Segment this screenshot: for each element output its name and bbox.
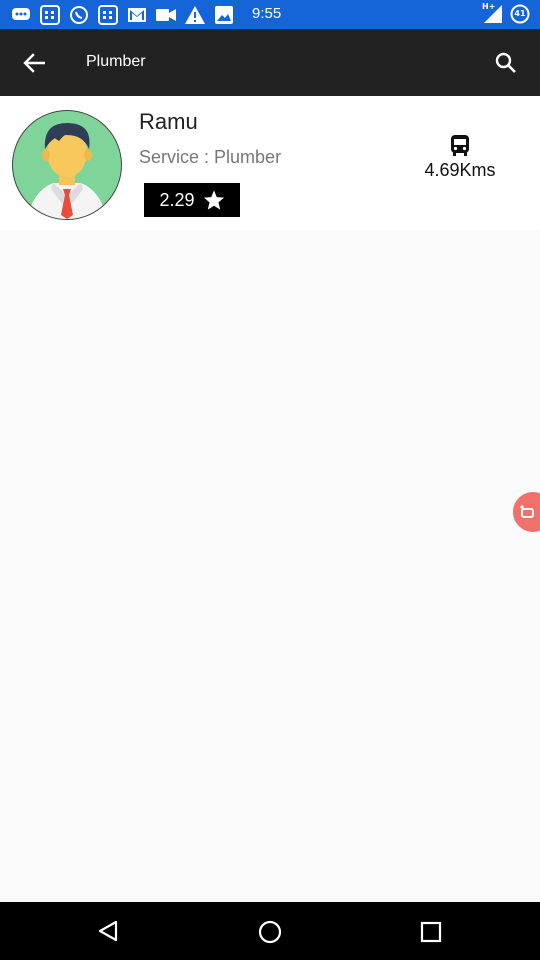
network-label: H+ [482, 2, 496, 11]
toolbar-title: Plumber [86, 53, 146, 70]
status-time: 9:55 [252, 5, 282, 22]
calendar-icon [39, 5, 61, 25]
floating-bubble-button[interactable] [513, 492, 540, 532]
bus-icon [451, 135, 469, 156]
rating-value: 2.29 [159, 189, 195, 210]
whatsapp-icon [68, 5, 90, 25]
star-icon [203, 190, 224, 210]
notification-icons [10, 4, 235, 26]
back-button[interactable] [20, 49, 48, 77]
toolbar: Plumber [0, 29, 540, 96]
circle-home-icon [258, 920, 282, 944]
square-recents-icon [420, 921, 442, 943]
signal-icon: H+ [482, 2, 504, 24]
triangle-back-icon [98, 920, 118, 942]
nav-recents-button[interactable] [420, 921, 442, 947]
status-right: H+ 41 [482, 2, 530, 24]
nav-back-button[interactable] [96, 919, 120, 947]
service-line: Service : Plumber [139, 147, 281, 168]
battery-level: 41 [514, 9, 526, 18]
video-icon [155, 5, 177, 25]
gmail-icon [126, 5, 148, 25]
messages-icon [10, 5, 32, 25]
warning-icon [184, 5, 206, 25]
search-button[interactable] [492, 49, 520, 77]
service-value: Plumber [214, 147, 282, 167]
service-label: Service : [139, 147, 210, 167]
search-icon [495, 52, 516, 73]
provider-name: Ramu [139, 109, 198, 134]
chat-bubble-icon [520, 505, 534, 518]
calendar-icon [97, 5, 119, 25]
distance-block: 4.69Kms [405, 134, 515, 181]
navigation-bar [0, 902, 540, 960]
image-icon [213, 5, 235, 25]
avatar [12, 110, 122, 220]
nav-home-button[interactable] [257, 919, 283, 949]
arrow-left-icon [23, 53, 45, 73]
distance-text: 4.69Kms [424, 160, 496, 180]
status-bar: 9:55 H+ 41 [0, 0, 540, 29]
provider-card[interactable]: Ramu Service : Plumber 2.29 4.69Kms [0, 96, 540, 230]
rating-badge: 2.29 [144, 183, 240, 217]
battery-icon: 41 [510, 4, 530, 24]
